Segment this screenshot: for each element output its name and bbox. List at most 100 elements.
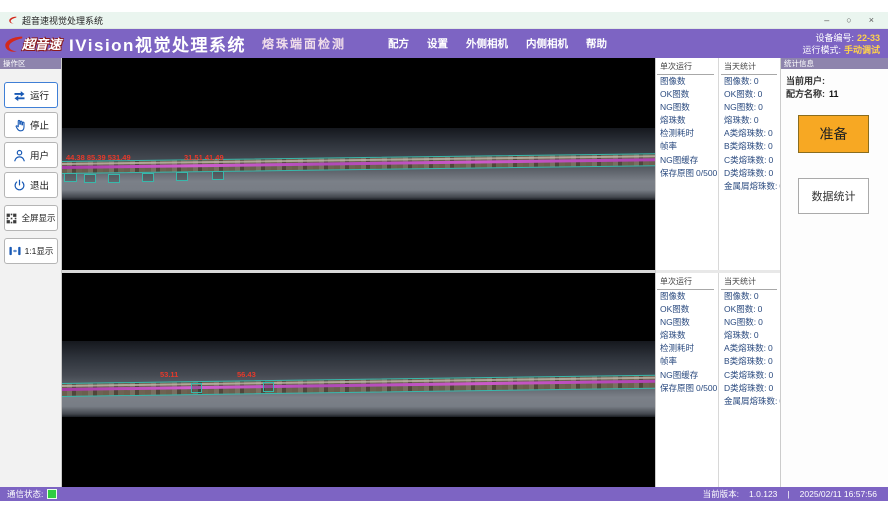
- stat-row: 熔珠数:0: [721, 329, 780, 342]
- close-button[interactable]: ×: [869, 12, 874, 29]
- recipe-name-label: 配方名称:: [786, 89, 825, 99]
- stat-row: 图像数: [657, 75, 717, 88]
- menu-item-recipe[interactable]: 配方: [388, 36, 409, 51]
- today-stats-column: 当天统计 图像数:0 OK图数:0 NG图数:0 熔珠数:0 A类熔珠数:0 B…: [718, 273, 780, 487]
- info-panel-title: 统计信息: [781, 58, 888, 69]
- fullscreen-button-label: 全屏显示: [21, 212, 55, 224]
- stats-block-camera2: 单次运行 图像数 OK图数 NG图数 熔珠数 检测耗时 帧率 NG图缓存 保存原…: [656, 273, 781, 487]
- exit-button[interactable]: 退出: [4, 172, 58, 198]
- title-bar: 超音速视觉处理系统 – ○ ×: [0, 12, 888, 29]
- current-user-label: 当前用户:: [786, 76, 825, 86]
- device-number-value: 22-33: [857, 33, 880, 43]
- menu-item-help[interactable]: 帮助: [586, 36, 607, 51]
- app-header: 超音速 IVision视觉处理系统 熔珠端面检测 配方 设置 外侧相机 内侧相机…: [0, 29, 888, 58]
- detection-box: [64, 173, 77, 182]
- stat-row: 帧率: [657, 355, 717, 368]
- stat-row: 检测耗时: [657, 342, 717, 355]
- camera1-measurement-annotation: 31.51 41.49: [184, 153, 224, 162]
- stat-row: B类熔珠数:0: [721, 355, 780, 368]
- stat-row: NG图数:0: [721, 101, 780, 114]
- data-statistics-button[interactable]: 数据统计: [798, 178, 869, 214]
- recipe-name-value: 11: [829, 89, 839, 99]
- stat-row: A类熔珠数:0: [721, 127, 780, 140]
- stat-row: NG图缓存: [657, 154, 717, 167]
- stat-row: C类熔珠数:0: [721, 154, 780, 167]
- exit-button-label: 退出: [30, 178, 49, 192]
- stop-button-label: 停止: [30, 118, 49, 132]
- fullscreen-grid-icon: [5, 212, 18, 225]
- single-run-column: 单次运行 图像数 OK图数 NG图数 熔珠数 检测耗时 帧率 NG图缓存 保存原…: [657, 58, 717, 270]
- stat-row: 金属屑熔珠数:0: [721, 180, 780, 193]
- user-icon: [12, 148, 27, 163]
- one-to-one-icon: [8, 244, 22, 258]
- device-number-label: 设备编号:: [815, 33, 854, 43]
- today-stats-title: 当天统计: [721, 58, 777, 75]
- app-window: 超音速视觉处理系统 – ○ × 超音速 IVision视觉处理系统 熔珠端面检测…: [0, 0, 888, 522]
- prepare-button[interactable]: 准备: [798, 115, 869, 153]
- stat-row: B类熔珠数:0: [721, 140, 780, 153]
- info-panel: 统计信息 当前用户: 配方名称: 11 准备 数据统计: [780, 58, 888, 487]
- camera1-measurement-annotation: 44.38 85.39 531.49: [66, 153, 131, 162]
- detection-box: [212, 171, 224, 180]
- status-bar: 通信状态: 当前版本: 1.0.123 | 2025/02/11 16:57:5…: [0, 487, 888, 501]
- menu-item-inner-camera[interactable]: 内侧相机: [526, 36, 568, 51]
- detection-box: [263, 382, 274, 392]
- window-title: 超音速视觉处理系统: [22, 14, 103, 27]
- single-run-title: 单次运行: [657, 273, 714, 290]
- detection-box: [108, 174, 120, 183]
- stat-row: D类熔珠数:0: [721, 382, 780, 395]
- stat-row: OK图数:0: [721, 303, 780, 316]
- run-button-label: 运行: [30, 88, 49, 102]
- user-button[interactable]: 用户: [4, 142, 58, 168]
- run-mode-label: 运行模式:: [802, 45, 841, 55]
- today-stats-title: 当天统计: [721, 273, 777, 290]
- main-menu: 配方 设置 外侧相机 内侧相机 帮助: [388, 36, 607, 51]
- menu-item-settings[interactable]: 设置: [427, 36, 448, 51]
- stats-block-camera1: 单次运行 图像数 OK图数 NG图数 熔珠数 检测耗时 帧率 NG图缓存 保存原…: [656, 58, 781, 270]
- minimize-button[interactable]: –: [824, 12, 829, 29]
- stat-row: 保存原图0/500: [657, 167, 717, 180]
- stop-hand-icon: [12, 118, 27, 133]
- stat-row: NG图数:0: [721, 316, 780, 329]
- brand-name: 超音速: [22, 34, 61, 53]
- stat-row: 图像数: [657, 290, 717, 303]
- camera-panel-2: 53.11 56.43: [62, 273, 655, 487]
- stat-row: NG图数: [657, 316, 717, 329]
- comm-status-label: 通信状态:: [7, 488, 43, 500]
- today-stats-column: 当天统计 图像数:0 OK图数:0 NG图数:0 熔珠数:0 A类熔珠数:0 B…: [718, 58, 780, 270]
- app-title: IVision视觉处理系统: [69, 31, 246, 56]
- stat-row: C类熔珠数:0: [721, 369, 780, 382]
- camera-panel-1: 44.38 85.39 531.49 31.51 41.49: [62, 58, 655, 270]
- one-to-one-button[interactable]: 1:1显示: [4, 238, 58, 264]
- camera-viewport: 44.38 85.39 531.49 31.51 41.49 53.11 56.…: [62, 58, 655, 487]
- stat-row: 检测耗时: [657, 127, 717, 140]
- camera2-measurement-annotation: 56.43: [237, 370, 256, 379]
- power-icon: [12, 178, 27, 193]
- sidebar-title: 操作区: [0, 58, 61, 69]
- stop-button[interactable]: 停止: [4, 112, 58, 138]
- stat-row: A类熔珠数:0: [721, 342, 780, 355]
- stat-row: 帧率: [657, 140, 717, 153]
- stat-row: OK图数: [657, 303, 717, 316]
- run-button[interactable]: 运行: [4, 82, 58, 108]
- menu-item-outer-camera[interactable]: 外侧相机: [466, 36, 508, 51]
- stat-row: 金属屑熔珠数:0: [721, 395, 780, 408]
- version-label: 当前版本:: [703, 488, 739, 500]
- single-run-column: 单次运行 图像数 OK图数 NG图数 熔珠数 检测耗时 帧率 NG图缓存 保存原…: [657, 273, 717, 487]
- stat-row: NG图数: [657, 101, 717, 114]
- detection-box: [142, 173, 154, 182]
- stat-row: 熔珠数: [657, 114, 717, 127]
- stat-row: 图像数:0: [721, 290, 780, 303]
- fullscreen-button[interactable]: 全屏显示: [4, 205, 58, 231]
- run-mode-value: 手动调试: [844, 45, 880, 55]
- maximize-button[interactable]: ○: [846, 12, 851, 29]
- user-button-label: 用户: [30, 148, 49, 162]
- detection-box: [84, 174, 96, 183]
- one-to-one-button-label: 1:1显示: [25, 245, 54, 257]
- app-subtitle: 熔珠端面检测: [262, 35, 346, 52]
- app-logo-icon: [8, 15, 18, 25]
- version-value: 1.0.123: [749, 489, 777, 499]
- device-info: 设备编号:22-33 运行模式:手动调试: [802, 32, 888, 56]
- stat-row: 熔珠数:0: [721, 114, 780, 127]
- stats-panel: 单次运行 图像数 OK图数 NG图数 熔珠数 检测耗时 帧率 NG图缓存 保存原…: [655, 58, 780, 487]
